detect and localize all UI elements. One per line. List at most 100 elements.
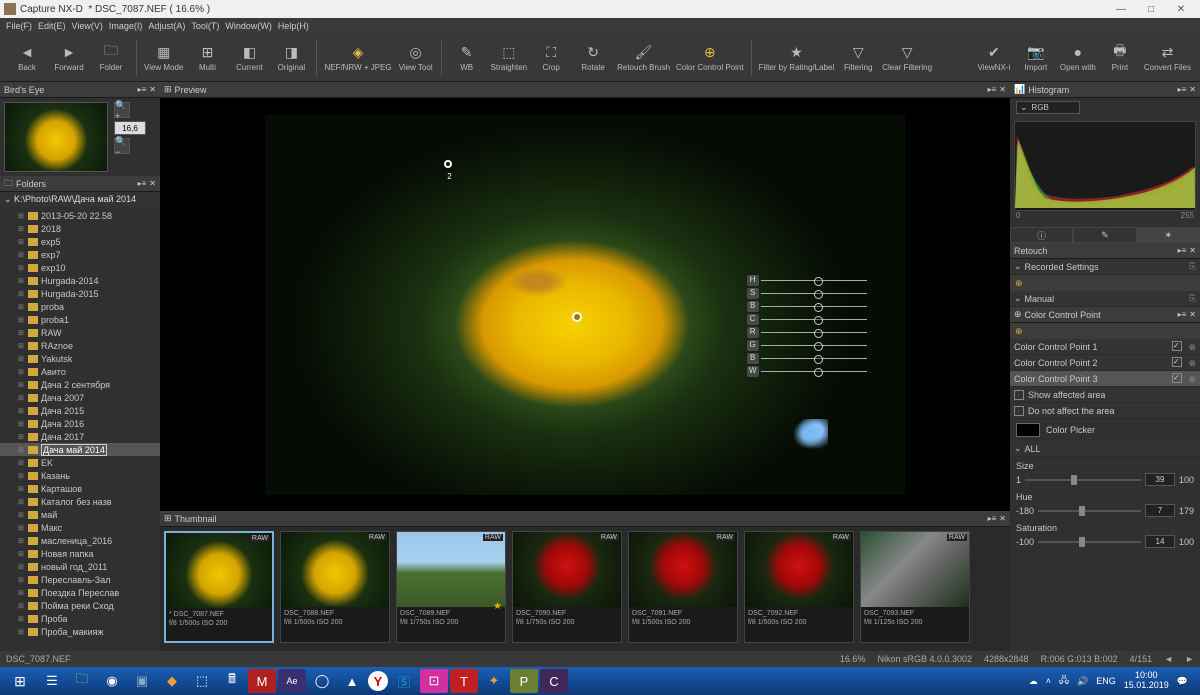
start-button[interactable]: ⊞ bbox=[4, 669, 36, 693]
size-slider[interactable] bbox=[1025, 479, 1141, 481]
expand-icon[interactable]: ⊞ bbox=[18, 459, 26, 467]
ccp-button[interactable]: ⊕Color Control Point bbox=[676, 36, 744, 80]
expand-icon[interactable]: ⊞ bbox=[18, 485, 26, 493]
ccp-visible-checkbox[interactable] bbox=[1172, 373, 1182, 383]
folder-node[interactable]: ⊞RAW bbox=[0, 326, 160, 339]
ccp-slider-b[interactable]: B bbox=[747, 300, 867, 313]
viewtool-button[interactable]: ◎View Tool bbox=[398, 36, 434, 80]
saturation-input[interactable] bbox=[1145, 535, 1175, 548]
expand-icon[interactable]: ⊞ bbox=[18, 381, 26, 389]
folder-node[interactable]: ⊞Дача 2015 bbox=[0, 404, 160, 417]
panel-close-icon[interactable]: ✕ bbox=[999, 85, 1006, 94]
folder-node[interactable]: ⊞Переславль-Зал bbox=[0, 573, 160, 586]
retouch-controlpoint-icon[interactable]: ⊕ bbox=[1010, 275, 1200, 291]
current-button[interactable]: ◧Current bbox=[231, 36, 267, 80]
ccp-slider-w[interactable]: W bbox=[747, 365, 867, 378]
expand-icon[interactable]: ⊞ bbox=[18, 329, 26, 337]
folder-path[interactable]: ⌄ K:\Photo\RAW\Дача май 2014 bbox=[0, 192, 160, 207]
app-icon[interactable]: ▣ bbox=[128, 669, 156, 693]
notifications-icon[interactable]: 💬 bbox=[1177, 676, 1188, 687]
folder-node[interactable]: ⊞май bbox=[0, 508, 160, 521]
color-picker-swatch[interactable] bbox=[1016, 423, 1040, 437]
ccp-slider-r[interactable]: R bbox=[747, 326, 867, 339]
tab-tools-icon[interactable]: ✶ bbox=[1137, 227, 1200, 243]
expand-icon[interactable]: ⊞ bbox=[18, 576, 26, 584]
ccp-slider-g[interactable]: G bbox=[747, 339, 867, 352]
panel-collapse-icon[interactable]: ▸≡ bbox=[138, 85, 147, 94]
viewmode-button[interactable]: ▦View Mode bbox=[144, 36, 183, 80]
ccp-item[interactable]: Color Control Point 2 ⊗ bbox=[1010, 355, 1200, 371]
close-button[interactable]: ✕ bbox=[1166, 4, 1196, 15]
app-icon[interactable]: M bbox=[248, 669, 276, 693]
openwith-button[interactable]: ●Open with bbox=[1060, 36, 1096, 80]
menu-tool[interactable]: Tool(T) bbox=[191, 21, 219, 31]
folder-node[interactable]: ⊞Каталог без назв bbox=[0, 495, 160, 508]
app-icon[interactable]: ◆ bbox=[158, 669, 186, 693]
panel-close-icon[interactable]: ✕ bbox=[1189, 310, 1196, 319]
ccp-delete-icon[interactable]: ⊗ bbox=[1188, 374, 1196, 384]
expand-icon[interactable]: ⊞ bbox=[18, 368, 26, 376]
expand-icon[interactable]: ⊞ bbox=[18, 589, 26, 597]
folder-button[interactable]: 🗀Folder bbox=[93, 36, 129, 80]
hue-input[interactable] bbox=[1145, 504, 1175, 517]
folder-node[interactable]: ⊞Дача 2017 bbox=[0, 430, 160, 443]
folder-node[interactable]: ⊞proba bbox=[0, 300, 160, 313]
control-point-1[interactable] bbox=[572, 312, 582, 322]
folder-node[interactable]: ⊞Дача 2 сентября bbox=[0, 378, 160, 391]
expand-icon[interactable]: ⊞ bbox=[18, 615, 26, 623]
folder-node[interactable]: ⊞Hurgada-2014 bbox=[0, 274, 160, 287]
ccp-item[interactable]: Color Control Point 3 ⊗ bbox=[1010, 371, 1200, 387]
folder-node[interactable]: ⊞Казань bbox=[0, 469, 160, 482]
panel-collapse-icon[interactable]: ▸≡ bbox=[988, 85, 997, 94]
panel-close-icon[interactable]: ✕ bbox=[1189, 85, 1196, 94]
tab-info-icon[interactable]: ⓘ bbox=[1010, 227, 1073, 243]
zoom-out-button[interactable]: 🔍− bbox=[114, 138, 130, 154]
panel-collapse-icon[interactable]: ▸≡ bbox=[1178, 246, 1187, 255]
size-input[interactable] bbox=[1145, 473, 1175, 486]
menu-file[interactable]: File(F) bbox=[6, 21, 32, 31]
copy-icon[interactable]: ⎘ bbox=[1189, 293, 1196, 304]
app-icon[interactable]: ⊡ bbox=[420, 669, 448, 693]
expand-icon[interactable]: ⊞ bbox=[18, 212, 26, 220]
ccp-item[interactable]: Color Control Point 1 ⊗ bbox=[1010, 339, 1200, 355]
tray-up-icon[interactable]: ˄ bbox=[1046, 676, 1051, 686]
capturenxd-task-icon[interactable]: C bbox=[540, 669, 568, 693]
folder-node[interactable]: ⊞новый год_2011 bbox=[0, 560, 160, 573]
folder-node[interactable]: ⊞Поездка Переслав bbox=[0, 586, 160, 599]
filtering-button[interactable]: ▽Filtering bbox=[840, 36, 876, 80]
folder-node[interactable]: ⊞Проба_макияж bbox=[0, 625, 160, 638]
thumbnail-card[interactable]: RAWDSC_7092.NEFf/8 1/500s ISO 200 bbox=[744, 531, 854, 643]
expand-icon[interactable]: ⊞ bbox=[18, 420, 26, 428]
folder-node[interactable]: ⊞Hurgada-2015 bbox=[0, 287, 160, 300]
app-icon[interactable]: T bbox=[450, 669, 478, 693]
menu-image[interactable]: Image(I) bbox=[109, 21, 143, 31]
app-icon[interactable]: ▲ bbox=[338, 669, 366, 693]
menu-window[interactable]: Window(W) bbox=[225, 21, 272, 31]
viewnx-button[interactable]: ✔ViewNX-i bbox=[976, 36, 1012, 80]
folder-node[interactable]: ⊞Новая папка bbox=[0, 547, 160, 560]
print-button[interactable]: 🖶Print bbox=[1102, 36, 1138, 80]
app-icon[interactable]: ⬚ bbox=[188, 669, 216, 693]
panel-close-icon[interactable]: ✕ bbox=[999, 514, 1006, 523]
wb-button[interactable]: ✎WB bbox=[449, 36, 485, 80]
expand-icon[interactable]: ⊞ bbox=[18, 511, 26, 519]
nav-prev-icon[interactable]: ◄ bbox=[1164, 654, 1173, 664]
folder-node[interactable]: ⊞Карташов bbox=[0, 482, 160, 495]
aftereffects-icon[interactable]: Ae bbox=[278, 669, 306, 693]
folder-node[interactable]: ⊞Дача 2007 bbox=[0, 391, 160, 404]
convert-button[interactable]: ⇄Convert Files bbox=[1144, 36, 1191, 80]
folder-node[interactable]: ⊞масленица_2016 bbox=[0, 534, 160, 547]
panel-collapse-icon[interactable]: ▸≡ bbox=[1178, 310, 1187, 319]
folder-node[interactable]: ⊞proba1 bbox=[0, 313, 160, 326]
copy-icon[interactable]: ⎘ bbox=[1189, 261, 1196, 272]
expand-icon[interactable]: ⊞ bbox=[18, 524, 26, 532]
thumbnail-card[interactable]: RAWDSC_7091.NEFf/8 1/500s ISO 200 bbox=[628, 531, 738, 643]
original-button[interactable]: ◨Original bbox=[273, 36, 309, 80]
filterrating-button[interactable]: ★Filter by Rating/Label bbox=[759, 36, 835, 80]
menu-help[interactable]: Help(H) bbox=[278, 21, 309, 31]
expand-icon[interactable]: ⊞ bbox=[18, 251, 26, 259]
calculator-icon[interactable]: 🖩 bbox=[218, 669, 246, 693]
panel-collapse-icon[interactable]: ▸≡ bbox=[138, 179, 147, 188]
menu-edit[interactable]: Edit(E) bbox=[38, 21, 66, 31]
panel-close-icon[interactable]: ✕ bbox=[1189, 246, 1196, 255]
